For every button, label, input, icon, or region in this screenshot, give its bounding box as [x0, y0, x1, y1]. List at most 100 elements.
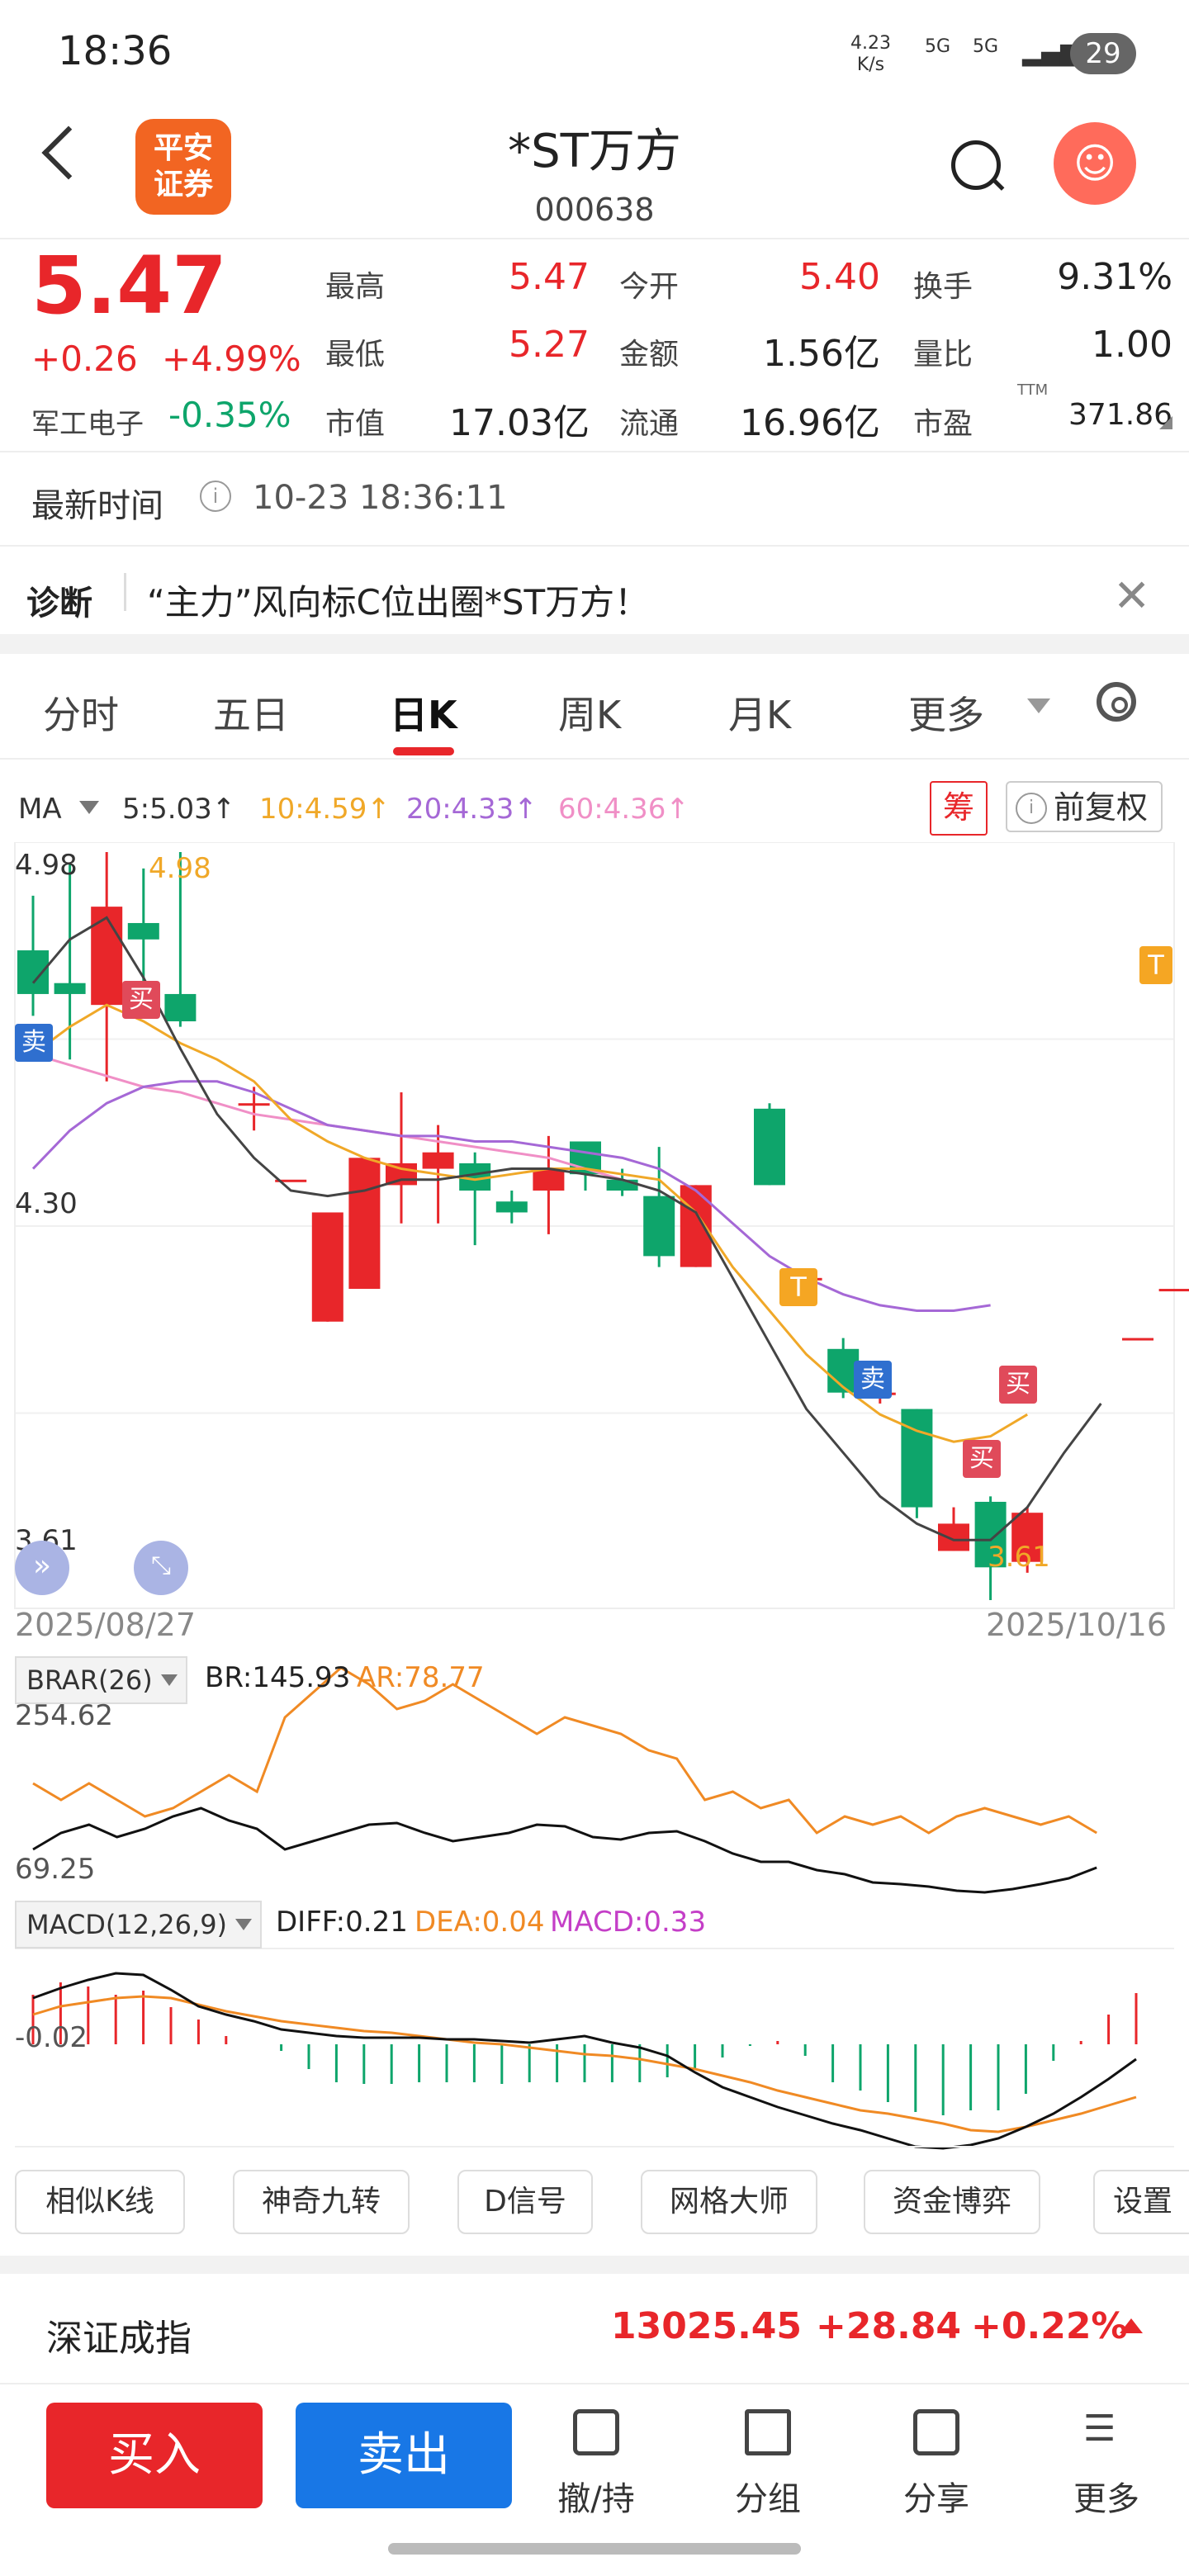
- diff-value: DIFF:0.21: [276, 1906, 408, 1939]
- stock-code: 000638: [534, 192, 655, 228]
- candle-body: [643, 1196, 675, 1257]
- tab-fenshi[interactable]: 分时: [43, 685, 119, 740]
- br-line: [32, 1807, 1097, 1894]
- sell-marker[interactable]: 卖: [15, 1024, 53, 1062]
- price-change: +0.26: [31, 339, 138, 379]
- candle-body: [495, 1201, 528, 1213]
- more-label[interactable]: 更多: [1040, 2472, 1172, 2520]
- sector-name[interactable]: 军工电子: [31, 401, 144, 442]
- t-marker[interactable]: T: [1139, 946, 1172, 984]
- tab-wuri[interactable]: 五日: [213, 685, 289, 740]
- candle-body: [901, 1409, 933, 1508]
- network-speed-unit: K/s: [856, 54, 885, 75]
- buy-button[interactable]: 买入: [46, 2403, 263, 2508]
- price-change-pct: +4.99%: [162, 339, 301, 379]
- buy-marker[interactable]: 买: [963, 1440, 1001, 1478]
- candle-body: [127, 922, 159, 940]
- home-indicator: [388, 2543, 801, 2555]
- info-icon[interactable]: i: [200, 481, 231, 512]
- macd-selector[interactable]: MACD(12,26,9): [15, 1901, 263, 1949]
- group-icon[interactable]: [745, 2409, 791, 2455]
- ma10-legend: 10:4.59↑: [259, 793, 391, 826]
- candle-body: [938, 1523, 969, 1551]
- quote-label: 最低: [325, 338, 386, 372]
- dea-value: DEA:0.04: [414, 1906, 545, 1939]
- sector-change-pct[interactable]: -0.35%: [168, 395, 291, 435]
- sell-marker[interactable]: 卖: [854, 1361, 892, 1399]
- candle-body: [54, 983, 86, 994]
- index-change-pct: +0.22%: [971, 2305, 1128, 2347]
- active-tab-indicator: [393, 747, 454, 755]
- x-axis-end-date: 2025/10/16: [986, 1607, 1168, 1643]
- buy-marker[interactable]: 买: [999, 1366, 1037, 1404]
- tab-yuek[interactable]: 月K: [728, 685, 791, 740]
- expand-icon[interactable]: ⤡: [134, 1541, 188, 1595]
- candle-body: [91, 907, 123, 1006]
- status-time: 18:36: [58, 28, 173, 74]
- share-icon[interactable]: [913, 2409, 959, 2455]
- candle-body: [348, 1158, 381, 1290]
- index-value: 13025.45: [611, 2305, 803, 2347]
- candle-body: [1122, 1338, 1153, 1341]
- index-change: +28.84: [816, 2305, 962, 2347]
- x-axis-start-date: 2025/08/27: [15, 1607, 197, 1643]
- chevron-up-icon[interactable]: [1120, 2318, 1143, 2333]
- close-icon[interactable]: ✕: [1113, 570, 1150, 622]
- kline-chart[interactable]: [0, 842, 1189, 2163]
- network-speed: 4.23 K/s: [850, 33, 891, 76]
- cancel-hold-label[interactable]: 撤/持: [530, 2472, 662, 2520]
- chip-distribution-button[interactable]: 筹: [930, 781, 988, 836]
- quote-value: 16.96亿: [740, 402, 880, 444]
- sell-button[interactable]: 卖出: [296, 2403, 512, 2508]
- quote-value: 17.03亿: [449, 402, 590, 444]
- t-marker[interactable]: T: [779, 1268, 817, 1306]
- search-icon[interactable]: [951, 140, 1001, 190]
- signal-5g-1: 5G: [925, 36, 951, 57]
- gear-icon[interactable]: [1097, 682, 1136, 722]
- index-name[interactable]: 深证成指: [46, 2308, 192, 2361]
- magic-nine-button[interactable]: 神奇九转: [233, 2170, 410, 2234]
- group-label[interactable]: 分组: [702, 2472, 834, 2520]
- capital-game-button[interactable]: 资金博弈: [864, 2170, 1040, 2234]
- fast-forward-icon[interactable]: »: [15, 1541, 69, 1595]
- similar-kline-button[interactable]: 相似K线: [15, 2170, 185, 2234]
- battery-icon: 29: [1070, 33, 1136, 74]
- brar-selector[interactable]: BRAR(26): [15, 1656, 187, 1704]
- diagnosis-text[interactable]: “主力”风向标C位出圈*ST万方！: [147, 575, 649, 625]
- quote-value: 1.00: [1092, 324, 1172, 366]
- settings-button[interactable]: 设置: [1093, 2170, 1189, 2234]
- ma-selector[interactable]: MA: [18, 793, 62, 826]
- tab-rik[interactable]: 日K: [390, 685, 457, 740]
- quote-value: 1.56亿: [763, 333, 880, 375]
- chevron-down-icon[interactable]: [1027, 698, 1050, 713]
- chevron-down-icon[interactable]: [79, 801, 99, 814]
- candle-body: [238, 1103, 270, 1106]
- avatar[interactable]: ☺: [1054, 122, 1136, 205]
- latest-time-label: 最新时间: [31, 487, 163, 525]
- tab-zhouk[interactable]: 周K: [558, 685, 621, 740]
- d-signal-button[interactable]: D信号: [457, 2170, 593, 2234]
- grid-master-button[interactable]: 网格大师: [641, 2170, 817, 2234]
- ar-line: [32, 1666, 1097, 1835]
- info-icon: i: [1016, 793, 1047, 824]
- ar-value: AR:78.77: [357, 1661, 485, 1694]
- macd-value: MACD:0.33: [550, 1906, 707, 1939]
- cancel-hold-icon[interactable]: [573, 2409, 619, 2455]
- expand-corner-icon[interactable]: [1159, 416, 1172, 429]
- quote-value: 5.27: [509, 324, 590, 366]
- buy-marker[interactable]: 买: [122, 981, 160, 1019]
- latest-time-value: 10-23 18:36:11: [253, 479, 508, 517]
- candle-body: [533, 1168, 565, 1191]
- quote-label: 市盈: [913, 407, 973, 441]
- quote-value: 9.31%: [1057, 256, 1172, 298]
- tab-more[interactable]: 更多: [908, 685, 984, 740]
- divider: [124, 573, 126, 611]
- quote-label: 市值: [325, 407, 386, 441]
- share-label[interactable]: 分享: [870, 2472, 1002, 2520]
- back-button[interactable]: [41, 125, 96, 180]
- ma60-legend: 60:4.36↑: [558, 793, 689, 826]
- quote-label: 今开: [619, 270, 680, 304]
- more-icon[interactable]: ☰: [1083, 2411, 1128, 2447]
- candle-body: [1158, 1289, 1189, 1292]
- macd-level-label: -0.02: [15, 2021, 88, 2054]
